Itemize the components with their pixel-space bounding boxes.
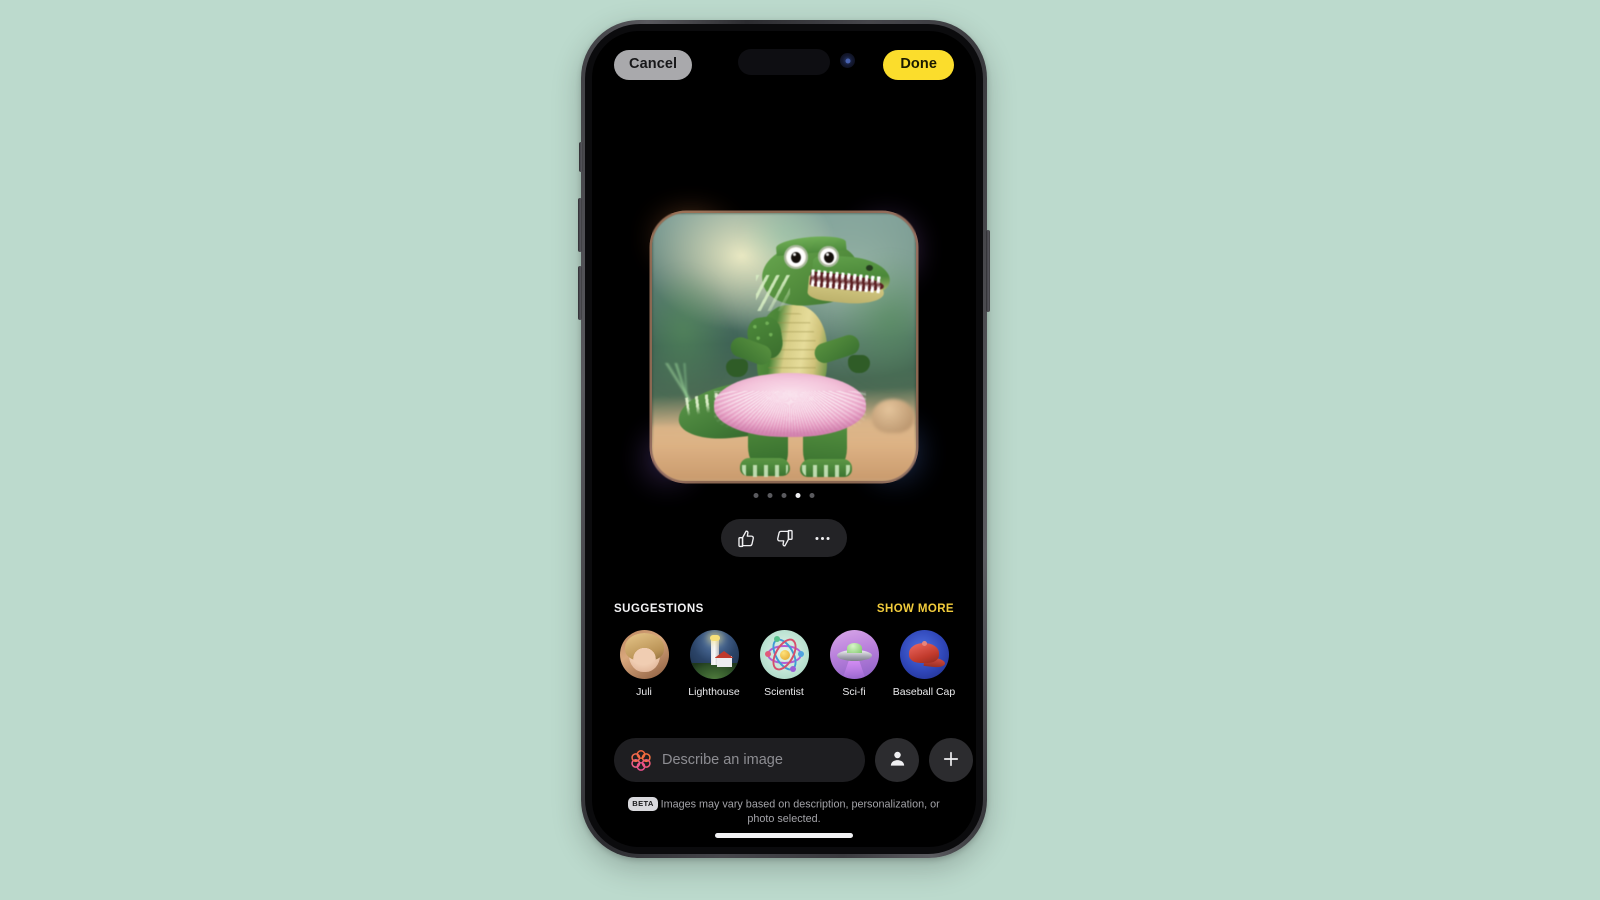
- beta-badge: BETA: [628, 797, 658, 811]
- person-icon: [888, 749, 907, 771]
- add-button[interactable]: [929, 738, 973, 782]
- suggestion-label: Lighthouse: [688, 686, 740, 698]
- footer-disclaimer: BETA Images may vary based on description…: [618, 797, 950, 826]
- more-options-icon: [813, 529, 832, 548]
- suggestion-label: Juli: [636, 686, 652, 698]
- suggestion-item-scifi[interactable]: Sci-fi: [824, 630, 884, 698]
- suggestion-item-scientist[interactable]: Scientist: [754, 630, 814, 698]
- suggestion-label: Baseball Cap: [892, 686, 956, 698]
- action-button[interactable]: [579, 142, 583, 172]
- plus-icon: [941, 749, 961, 772]
- suggestions-header: SUGGESTIONS SHOW MORE: [592, 603, 976, 615]
- more-options-button[interactable]: [803, 519, 841, 557]
- page-dot-active[interactable]: [795, 493, 801, 498]
- thumbs-up-button[interactable]: [727, 519, 765, 557]
- suggestion-item-lighthouse[interactable]: Lighthouse: [684, 630, 744, 698]
- generated-image[interactable]: [652, 213, 916, 481]
- suggestions-title: SUGGESTIONS: [614, 603, 704, 615]
- prompt-input[interactable]: [662, 752, 849, 768]
- lighthouse-thumbnail: [689, 630, 739, 679]
- footer-note-text: Images may vary based on description, pe…: [660, 798, 940, 825]
- cancel-button[interactable]: Cancel: [614, 50, 693, 80]
- thumbs-down-icon: [775, 529, 794, 548]
- image-canvas-area: [592, 91, 976, 591]
- done-button[interactable]: Done: [883, 50, 954, 80]
- ufo-thumbnail: [829, 630, 879, 679]
- page-dot[interactable]: [753, 493, 759, 498]
- thumbs-down-button[interactable]: [765, 519, 803, 557]
- prompt-field[interactable]: [614, 738, 865, 782]
- top-bar: Cancel Done: [592, 48, 976, 82]
- volume-up-button[interactable]: [578, 198, 582, 252]
- person-button[interactable]: [875, 738, 919, 782]
- page-dot[interactable]: [767, 493, 773, 498]
- page-dot[interactable]: [781, 493, 787, 498]
- suggestion-label: Scientist: [764, 686, 804, 698]
- page-indicator-dots[interactable]: [753, 493, 815, 498]
- alligator-figure: [652, 213, 916, 481]
- iphone-device: Cancel Done SUGGESTIONS SHOW MORE Juli L…: [578, 20, 990, 858]
- prompt-bar: [592, 738, 976, 782]
- page-dot[interactable]: [809, 493, 815, 498]
- suggestion-item-juli[interactable]: Juli: [614, 630, 674, 698]
- apple-intelligence-icon: [630, 749, 652, 771]
- phone-screen: Cancel Done SUGGESTIONS SHOW MORE Juli L…: [592, 31, 976, 847]
- portrait-photo-thumbnail: [619, 630, 669, 679]
- power-button[interactable]: [986, 230, 990, 312]
- volume-down-button[interactable]: [578, 266, 582, 320]
- show-more-button[interactable]: SHOW MORE: [877, 603, 954, 615]
- feedback-toolbar: [721, 519, 847, 557]
- suggestion-item-baseball-cap[interactable]: Baseball Cap: [892, 630, 956, 698]
- suggestions-row: Juli Lighthouse Scientist Sci-fi Basebal…: [592, 630, 976, 698]
- thumbs-up-icon: [737, 529, 756, 548]
- red-cap-thumbnail: [899, 630, 949, 679]
- home-indicator[interactable]: [715, 833, 853, 838]
- suggestions-section: SUGGESTIONS SHOW MORE Juli Lighthouse Sc…: [592, 603, 976, 698]
- atom-thumbnail: [759, 630, 809, 679]
- suggestion-label: Sci-fi: [842, 686, 866, 698]
